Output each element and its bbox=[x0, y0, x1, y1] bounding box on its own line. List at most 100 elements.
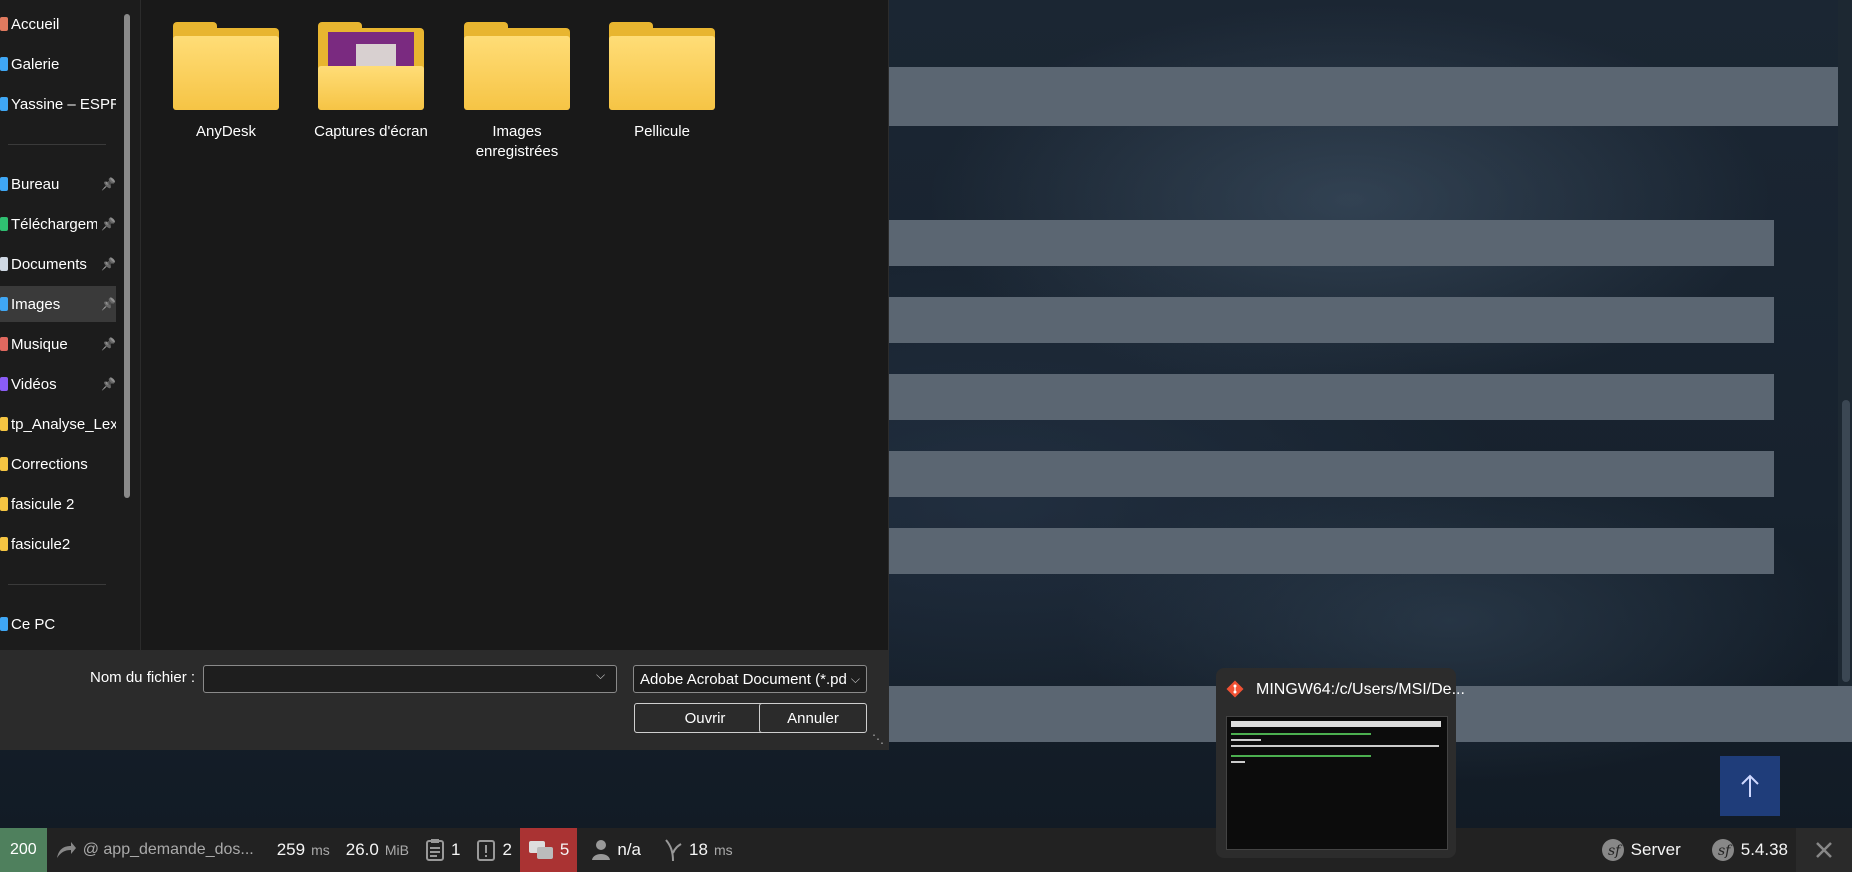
memory-item[interactable]: 26.0 MiB bbox=[338, 828, 417, 872]
sidebar-item-label: fasicule2 bbox=[11, 535, 71, 553]
thumbnail-line bbox=[1231, 761, 1245, 763]
nav-item-icon bbox=[0, 177, 8, 191]
sidebar-item[interactable]: Téléchargements📌 bbox=[0, 206, 116, 242]
sidebar-item[interactable]: Accueil bbox=[0, 6, 116, 42]
warning-icon bbox=[477, 840, 496, 861]
sidebar-item-label: Bureau bbox=[11, 175, 60, 193]
status-code[interactable]: 200 bbox=[0, 828, 47, 872]
sidebar-item[interactable]: Yassine – ESPRIT bbox=[0, 86, 116, 122]
thumbnail-line bbox=[1231, 739, 1261, 741]
version-item[interactable]: sf 5.4.38 bbox=[1703, 828, 1796, 872]
sidebar-item[interactable]: fasicule2 bbox=[0, 526, 116, 562]
pin-icon: 📌 bbox=[101, 297, 116, 311]
sidebar-item-label: Téléchargements bbox=[11, 215, 98, 233]
folder-item[interactable]: Pellicule bbox=[597, 18, 727, 178]
user-icon bbox=[592, 840, 611, 860]
page-scrollbar[interactable] bbox=[1838, 0, 1852, 686]
folder-view: AnyDesk Captures d'écran Images enregistré… bbox=[141, 0, 888, 650]
server-item[interactable]: sf Server bbox=[1593, 828, 1689, 872]
nav-item-icon bbox=[0, 257, 8, 271]
pin-icon: 📌 bbox=[101, 177, 116, 191]
content-bar bbox=[888, 67, 1852, 126]
time-value: 259 bbox=[276, 840, 306, 859]
content-bar bbox=[888, 528, 1774, 574]
route-item[interactable]: @ app_demande_dos... bbox=[47, 828, 269, 872]
redirect-arrow-icon bbox=[56, 842, 76, 858]
cancel-button[interactable]: Annuler bbox=[759, 703, 867, 733]
sidebar-item[interactable]: Musique 📌 bbox=[0, 326, 116, 362]
sidebar-item[interactable]: Images 📌 bbox=[0, 286, 116, 322]
sidebar-item-label: Documents bbox=[11, 255, 87, 273]
nav-item-icon bbox=[0, 97, 8, 111]
file-type-select[interactable]: Adobe Acrobat Document (*.pdf) ⌵ bbox=[633, 665, 867, 693]
forms-count: 1 bbox=[450, 840, 461, 859]
sidebar-item[interactable]: Documents 📌 bbox=[0, 246, 116, 282]
taskbar-window-preview[interactable]: MINGW64:/c/Users/MSI/De... bbox=[1216, 668, 1465, 858]
sidebar-item-label: Musique bbox=[11, 335, 68, 353]
sidebar-item[interactable]: Corrections bbox=[0, 446, 116, 482]
sidebar-item[interactable]: Vidéos 📌 bbox=[0, 366, 116, 402]
content-bar bbox=[888, 220, 1774, 266]
sidebar-item[interactable]: fasicule 2 bbox=[0, 486, 116, 522]
page-scrollbar-thumb[interactable] bbox=[1842, 400, 1850, 682]
time-item[interactable]: 259 ms bbox=[269, 828, 338, 872]
pin-icon: 📌 bbox=[101, 377, 116, 391]
exceptions-item[interactable]: 2 bbox=[468, 828, 519, 872]
logs-item[interactable]: 5 bbox=[519, 828, 578, 872]
navigation-pane: Accueil Galerie Yassine – ESPRIT Bureau 📌 Tél… bbox=[0, 0, 141, 650]
close-toolbar-button[interactable] bbox=[1796, 828, 1852, 872]
arrow-up-icon bbox=[1741, 774, 1759, 797]
filename-input[interactable] bbox=[203, 665, 617, 693]
thumbnail-line bbox=[1231, 733, 1371, 735]
chevron-down-icon: ⌵ bbox=[850, 671, 860, 686]
sidebar-item[interactable]: Galerie bbox=[0, 46, 116, 82]
folder-icon bbox=[173, 22, 279, 110]
sidebar-item-label: Yassine – ESPRIT bbox=[11, 95, 116, 113]
folder-item[interactable]: Images enregistrées bbox=[452, 18, 582, 178]
folder-item[interactable]: Captures d'écran bbox=[306, 18, 436, 178]
sidebar-item-label: Corrections bbox=[11, 455, 88, 473]
preview-title: MINGW64:/c/Users/MSI/De... bbox=[1256, 681, 1465, 698]
thumbnail-line bbox=[1231, 755, 1371, 757]
nav-item-icon bbox=[0, 417, 8, 431]
folder-label: Images enregistrées bbox=[475, 123, 559, 160]
twig-icon bbox=[665, 839, 682, 862]
chevron-down-icon[interactable]: ⌵ bbox=[596, 668, 605, 683]
open-button[interactable]: Ouvrir bbox=[634, 703, 776, 733]
folder-label: AnyDesk bbox=[195, 123, 257, 140]
twig-item[interactable]: 18 ms bbox=[655, 828, 741, 872]
sidebar-item[interactable]: Ce PC bbox=[0, 606, 116, 642]
user-value: n/a bbox=[617, 840, 642, 859]
terminal-thumbnail bbox=[1226, 716, 1448, 850]
pin-icon: 📌 bbox=[101, 337, 116, 351]
user-item[interactable]: n/a bbox=[583, 828, 649, 872]
logs-icon bbox=[528, 841, 553, 859]
sidebar-item-label: Accueil bbox=[11, 15, 60, 33]
resize-grip-icon[interactable]: ⋱ bbox=[872, 732, 884, 746]
nav-scrollbar[interactable] bbox=[124, 14, 130, 498]
symfony-logo-icon: sf bbox=[1711, 839, 1734, 861]
folder-item[interactable]: AnyDesk bbox=[161, 18, 291, 178]
git-icon bbox=[1226, 680, 1244, 698]
pin-icon: 📌 bbox=[101, 257, 116, 271]
filename-label: Nom du fichier : bbox=[90, 669, 196, 686]
sidebar-item-label: Ce PC bbox=[11, 615, 56, 633]
thumbnail-line bbox=[1231, 745, 1439, 747]
symfony-debug-toolbar: 200 @ app_demande_dos... 259 ms 26.0 MiB… bbox=[0, 828, 1852, 872]
memory-unit: MiB bbox=[384, 842, 409, 858]
sidebar-item[interactable]: Bureau 📌 bbox=[0, 166, 116, 202]
nav-divider bbox=[8, 144, 106, 145]
nav-item-icon bbox=[0, 377, 8, 391]
version-value: 5.4.38 bbox=[1740, 840, 1788, 859]
forms-item[interactable]: 1 bbox=[417, 828, 468, 872]
sidebar-item-label: Images bbox=[11, 295, 61, 313]
time-unit: ms bbox=[311, 842, 330, 858]
sidebar-item-label: Vidéos bbox=[11, 375, 57, 393]
folder-label: Pellicule bbox=[634, 123, 690, 140]
dialog-footer: Nom du fichier : ⌵ Adobe Acrobat Documen… bbox=[0, 650, 888, 750]
back-to-top-button[interactable] bbox=[1720, 756, 1780, 816]
symfony-logo-icon: sf bbox=[1601, 839, 1624, 861]
file-type-value: Adobe Acrobat Document (*.pdf) bbox=[640, 670, 847, 688]
sidebar-item[interactable]: tp_Analyse_Lex bbox=[0, 406, 116, 442]
file-open-dialog: Accueil Galerie Yassine – ESPRIT Bureau 📌 Tél… bbox=[0, 0, 889, 750]
